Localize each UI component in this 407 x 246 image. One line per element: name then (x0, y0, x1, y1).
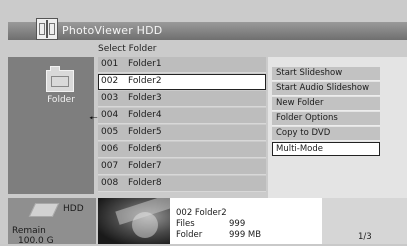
info-files-value: 999 (229, 219, 246, 229)
photo-album-icon (36, 18, 58, 40)
folder-tab (50, 66, 60, 71)
remain-label: Remain (12, 226, 46, 236)
menu-item-start-slideshow[interactable]: Start Slideshow (272, 67, 380, 81)
list-item-name: Folder4 (128, 110, 162, 120)
list-item[interactable]: 008 Folder8 (98, 176, 266, 192)
list-item[interactable]: 004 Folder4 (98, 108, 266, 124)
list-item-number: 007 (101, 161, 119, 171)
album-spine (46, 20, 48, 38)
info-files-label: Files (176, 219, 195, 229)
list-item-number: 003 (101, 93, 119, 103)
folder-inner (51, 76, 69, 87)
list-item-number: 001 (101, 59, 119, 69)
app-title: PhotoViewer HDD (62, 24, 163, 37)
list-item[interactable]: 007 Folder7 (98, 159, 266, 175)
photoviewer-screen: PhotoViewer HDD Select Folder Folder 001… (0, 0, 407, 246)
page-title: Select Folder (98, 44, 157, 54)
left-arrow-icon[interactable]: 🠔 (89, 114, 98, 124)
folder-thumbnail (98, 198, 170, 244)
menu-item-start-audio-slideshow[interactable]: Start Audio Slideshow (272, 82, 380, 96)
list-item-number: 008 (101, 178, 119, 188)
album-page-left (39, 23, 45, 35)
list-item-number: 004 (101, 110, 119, 120)
menu-item-multi-mode[interactable]: Multi-Mode (272, 142, 380, 156)
list-item-name: Folder7 (128, 161, 162, 171)
list-item-name: Folder5 (128, 127, 162, 137)
list-item-number: 006 (101, 144, 119, 154)
list-item[interactable]: 006 Folder6 (98, 142, 266, 158)
list-item-selected[interactable]: 002 Folder2 (98, 74, 266, 90)
list-item[interactable]: 001 Folder1 (98, 57, 266, 73)
info-folder-size: 999 MB (229, 230, 262, 240)
menu-item-new-folder[interactable]: New Folder (272, 97, 380, 111)
list-item-name: Folder6 (128, 144, 162, 154)
remain-value: 100.0 G (18, 236, 54, 246)
list-item-number: 005 (101, 127, 119, 137)
list-item-number: 002 (101, 76, 119, 86)
list-item-name: Folder8 (128, 178, 162, 188)
info-title: 002 Folder2 (176, 208, 227, 218)
storage-device-label: HDD (63, 204, 84, 214)
album-page-right (49, 23, 55, 35)
page-indicator: 1/3 (358, 232, 372, 242)
thumbnail-glow (132, 212, 158, 238)
list-item-name: Folder2 (128, 76, 162, 86)
menu-item-folder-options[interactable]: Folder Options (272, 112, 380, 126)
folder-icon (46, 66, 74, 92)
folder-label: Folder (47, 95, 75, 105)
list-item[interactable]: 005 Folder5 (98, 125, 266, 141)
menu-item-copy-to-dvd[interactable]: Copy to DVD (272, 127, 380, 141)
list-item[interactable]: 003 Folder3 (98, 91, 266, 107)
list-item-name: Folder3 (128, 93, 162, 103)
list-item-name: Folder1 (128, 59, 162, 69)
info-folder-label: Folder (176, 230, 203, 240)
